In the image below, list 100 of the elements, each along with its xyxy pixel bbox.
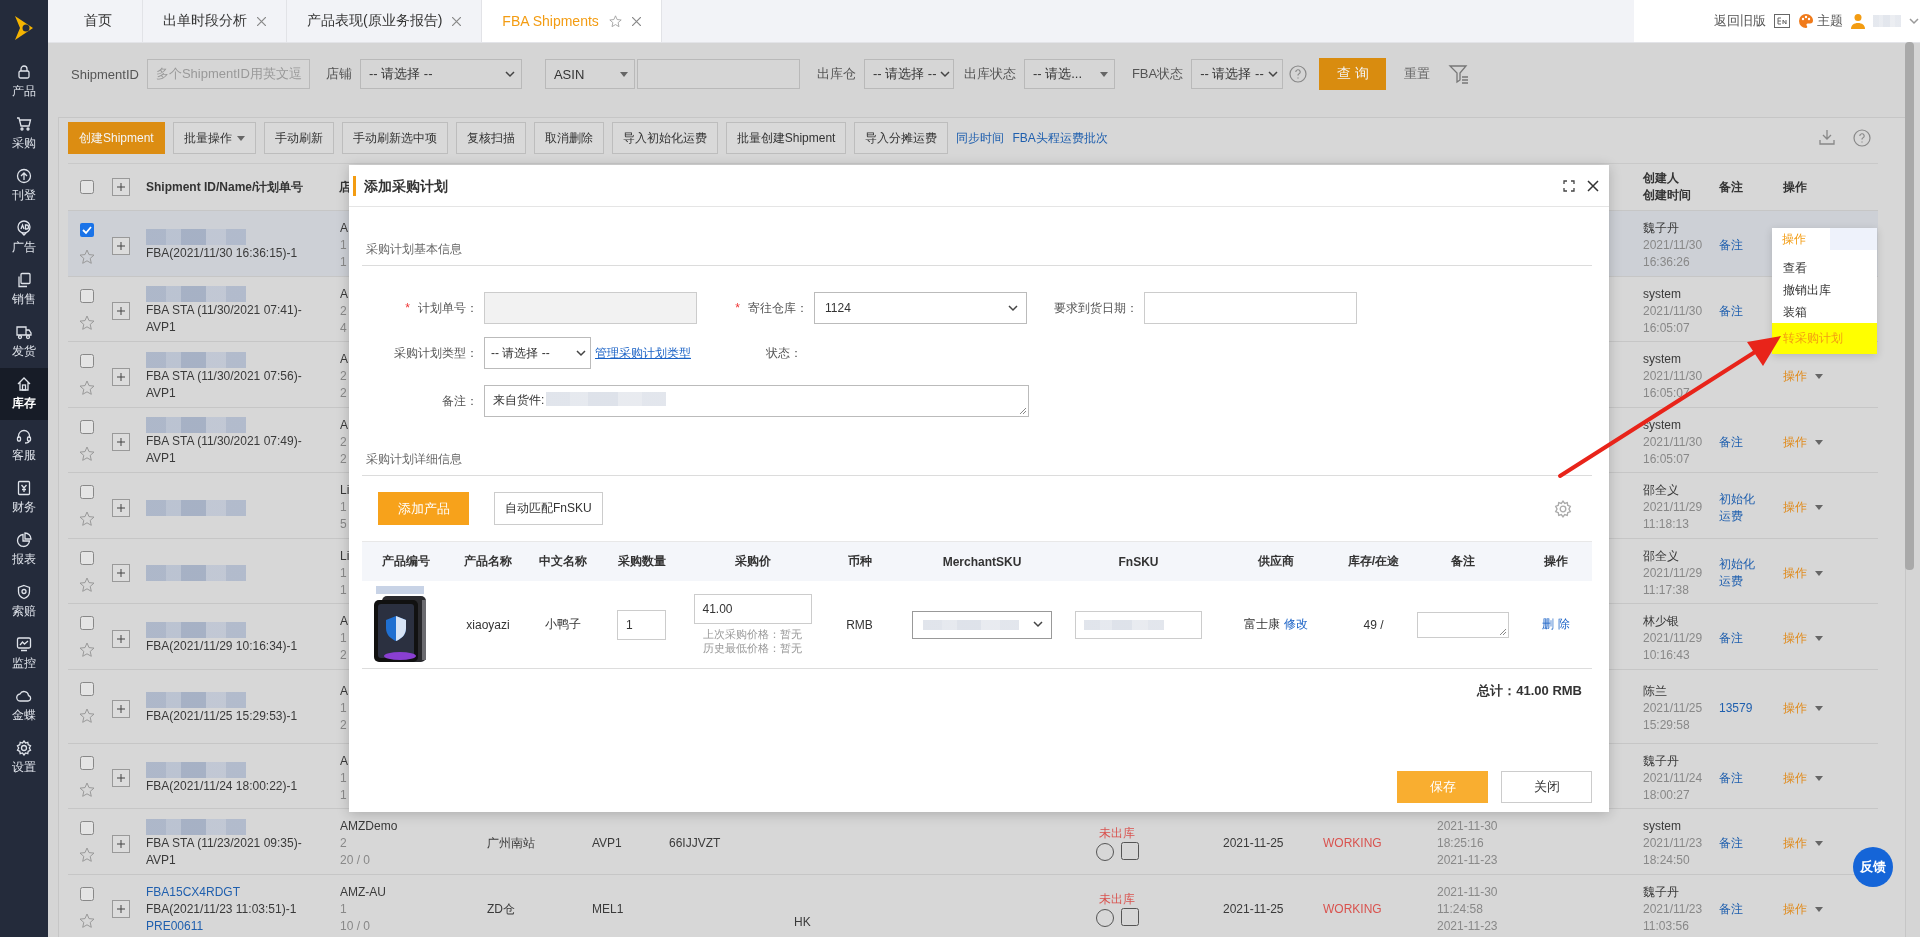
toolbar-button[interactable]: 取消删除 [533,122,604,154]
remark-link[interactable]: 备注 [1719,900,1759,918]
remark-link[interactable]: 13579 [1719,700,1759,717]
resize-grip-icon[interactable] [1019,407,1026,414]
resize-grip-icon[interactable] [1498,627,1506,635]
toolbar-link[interactable]: 同步时间 [956,129,1005,147]
settings-icon[interactable] [1554,499,1572,518]
close-button[interactable]: 关闭 [1501,771,1592,803]
star-icon[interactable] [79,707,95,724]
sidebar-item[interactable]: 产品 [0,56,48,108]
old-version-link[interactable]: 返回旧版 [1714,12,1766,30]
menu-item[interactable]: 撤销出库 [1772,279,1877,301]
star-icon[interactable] [79,380,95,396]
menu-item[interactable]: 装箱 [1772,301,1877,323]
sidebar-item[interactable]: 客服 [0,420,48,472]
star-icon[interactable] [79,642,95,658]
remark-link[interactable]: 备注 [1719,835,1759,853]
warehouse-dropdown[interactable]: 1124 [814,292,1027,324]
logo-icon[interactable] [13,15,35,41]
remark-link[interactable]: 备注 [1719,237,1759,255]
toolbar-button[interactable]: 导入初始化运费 [611,122,718,154]
manage-types-link[interactable]: 管理采购计划类型 [595,344,691,362]
checkbox[interactable] [80,288,94,303]
star-icon[interactable] [79,445,95,462]
help-icon[interactable] [1853,129,1871,147]
sidebar-item[interactable]: 设置 [0,732,48,784]
theme-button[interactable]: 主题 [1798,12,1843,30]
toolbar-button[interactable]: 批量创建Shipment [725,122,847,154]
remark-link[interactable]: 备注 [1719,630,1759,648]
checkbox[interactable] [80,223,94,237]
sidebar-item[interactable]: 报表 [0,524,48,576]
checkbox[interactable] [80,886,94,901]
filter-dropdown[interactable]: -- 请选... [1023,59,1115,89]
expand-icon[interactable] [112,564,130,583]
menu-item[interactable]: 查看 [1772,257,1877,279]
tab[interactable]: 出单时段分析 [143,0,287,42]
remark-link[interactable]: 初始化运费 [1719,490,1759,525]
language-icon[interactable] [1774,14,1790,28]
checkbox[interactable] [80,681,94,696]
square-icon[interactable] [1121,907,1139,926]
remark-link[interactable]: 备注 [1719,433,1759,451]
filter-dropdown[interactable]: -- 请选择 -- [359,59,522,89]
shipment-id-link[interactable]: FBA15CX4RDGT [146,883,241,901]
star-icon[interactable] [79,511,95,527]
checkbox[interactable] [80,821,94,835]
expand-icon[interactable] [112,302,130,321]
arrival-date-field[interactable] [1144,292,1357,324]
sidebar-item[interactable]: 监控 [0,628,48,680]
sidebar-item[interactable]: 广告 [0,212,48,264]
sidebar-item[interactable]: 刊登 [0,160,48,212]
expand-icon[interactable] [112,367,130,386]
sidebar-item[interactable]: 发货 [0,316,48,368]
expand-icon[interactable] [112,769,130,788]
tab[interactable]: 首页 [48,0,143,42]
star-icon[interactable] [79,314,95,331]
filter-dropdown[interactable]: -- 请选择 -- [863,59,954,89]
sidebar-item[interactable]: 销售 [0,264,48,316]
expand-icon[interactable] [112,178,130,196]
checkbox[interactable] [80,550,94,565]
remark-link[interactable]: 备注 [1719,769,1759,787]
fullscreen-icon[interactable] [1563,179,1575,192]
toolbar-button[interactable]: 复核扫描 [455,122,526,154]
edit-link[interactable]: 修改 [1284,616,1308,633]
circle-icon[interactable] [1095,907,1115,928]
expand-icon[interactable] [112,629,130,648]
plan-type-dropdown[interactable]: -- 请选择 -- [484,337,591,369]
expand-icon[interactable] [112,699,130,718]
remark-field[interactable] [1416,611,1509,638]
sidebar-item[interactable]: 采购 [0,108,48,160]
quantity-field[interactable]: 1 [617,609,666,640]
toolbar-button[interactable]: 手动刷新选中项 [341,122,448,154]
sidebar-item[interactable]: 索赔 [0,576,48,628]
checkbox[interactable] [80,180,94,194]
sidebar-item[interactable]: 库存 [0,368,48,420]
user-icon[interactable] [1851,13,1865,29]
star-icon[interactable] [608,14,622,28]
filter-icon[interactable] [1448,63,1471,85]
star-icon[interactable] [79,912,95,929]
expand-icon[interactable] [112,834,130,853]
download-icon[interactable] [1819,129,1835,145]
expand-icon[interactable] [112,498,130,517]
star-icon[interactable] [79,576,95,593]
checkbox[interactable] [80,616,94,630]
search-field[interactable] [636,59,800,89]
delete-link[interactable]: 删 除 [1542,616,1570,633]
expand-icon[interactable] [112,433,130,452]
toolbar-button[interactable]: 手动刷新 [263,122,334,154]
auto-match-button[interactable]: 自动匹配FnSKU [494,492,603,525]
batch-dropdown-button[interactable]: 批量操作 [172,122,256,154]
plan-number-link[interactable]: PRE00611 [146,917,204,935]
reset-link[interactable]: 重置 [1404,65,1431,83]
star-icon[interactable] [79,781,95,798]
square-icon[interactable] [1121,842,1139,861]
expand-icon[interactable] [112,900,130,919]
checkbox[interactable] [80,419,94,434]
toolbar-button[interactable]: 导入分摊运费 [854,122,949,154]
chevron-icon[interactable] [1909,17,1919,25]
help-icon[interactable] [1289,65,1308,83]
star-icon[interactable] [79,847,95,863]
remark-link[interactable]: 备注 [1719,302,1759,320]
